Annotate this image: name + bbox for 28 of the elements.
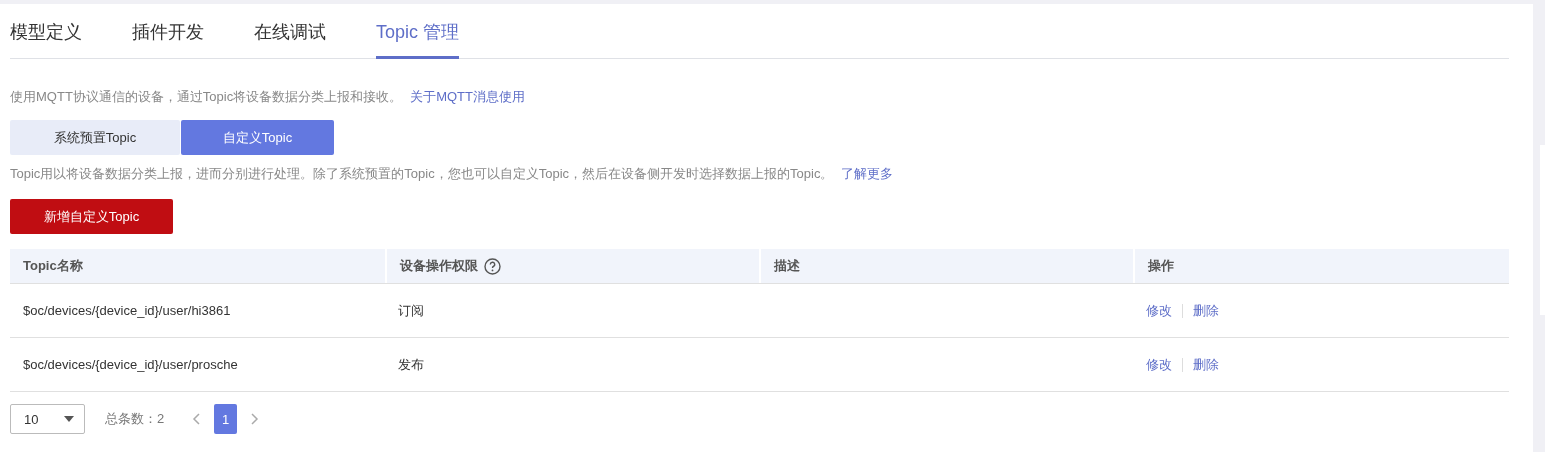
column-header: 操作 <box>1148 257 1174 275</box>
help-icon[interactable] <box>484 257 501 275</box>
column-header: Topic名称 <box>23 257 83 275</box>
permission-text: 订阅 <box>398 301 424 320</box>
delete-link[interactable]: 删除 <box>1193 301 1219 320</box>
add-topic-button[interactable]: 新增自定义Topic <box>10 199 173 234</box>
permission-text: 发布 <box>398 355 424 374</box>
learn-more-link[interactable]: 了解更多 <box>841 165 894 183</box>
segment-tab[interactable]: 系统预置Topic <box>10 120 180 155</box>
edit-link[interactable]: 修改 <box>1146 355 1172 374</box>
segment-tab[interactable]: 自定义Topic <box>181 120 334 155</box>
delete-link[interactable]: 删除 <box>1193 355 1219 374</box>
topic-name: $oc/devices/{device_id}/user/prosche <box>23 357 238 372</box>
tab[interactable]: Topic 管理 <box>376 20 460 59</box>
edit-link[interactable]: 修改 <box>1146 301 1172 320</box>
description-text: Topic用以将设备数据分类上报，进而分别进行处理。除了系统预置的Topic，您也可以自定义Topic，然后在设备侧开发时选择数据上报的Topic。 <box>10 165 834 183</box>
dropdown-icon <box>64 416 74 422</box>
intro-text: 使用MQTT协议通信的设备，通过Topic将设备数据分类上报和接收。 <box>10 88 403 106</box>
tab[interactable]: 在线调试 <box>254 20 326 59</box>
column-header: 描述 <box>774 257 800 275</box>
total-count: 总条数：2 <box>105 410 165 428</box>
column-header: 设备操作权限 <box>400 257 478 275</box>
page-size-select[interactable]: 10 <box>10 404 85 434</box>
topic-name: $oc/devices/{device_id}/user/hi3861 <box>23 303 231 318</box>
tab[interactable]: 模型定义 <box>10 20 82 59</box>
mqtt-link[interactable]: 关于MQTT消息使用 <box>410 88 525 106</box>
page-button[interactable]: 1 <box>214 404 238 434</box>
tab[interactable]: 插件开发 <box>132 20 204 59</box>
